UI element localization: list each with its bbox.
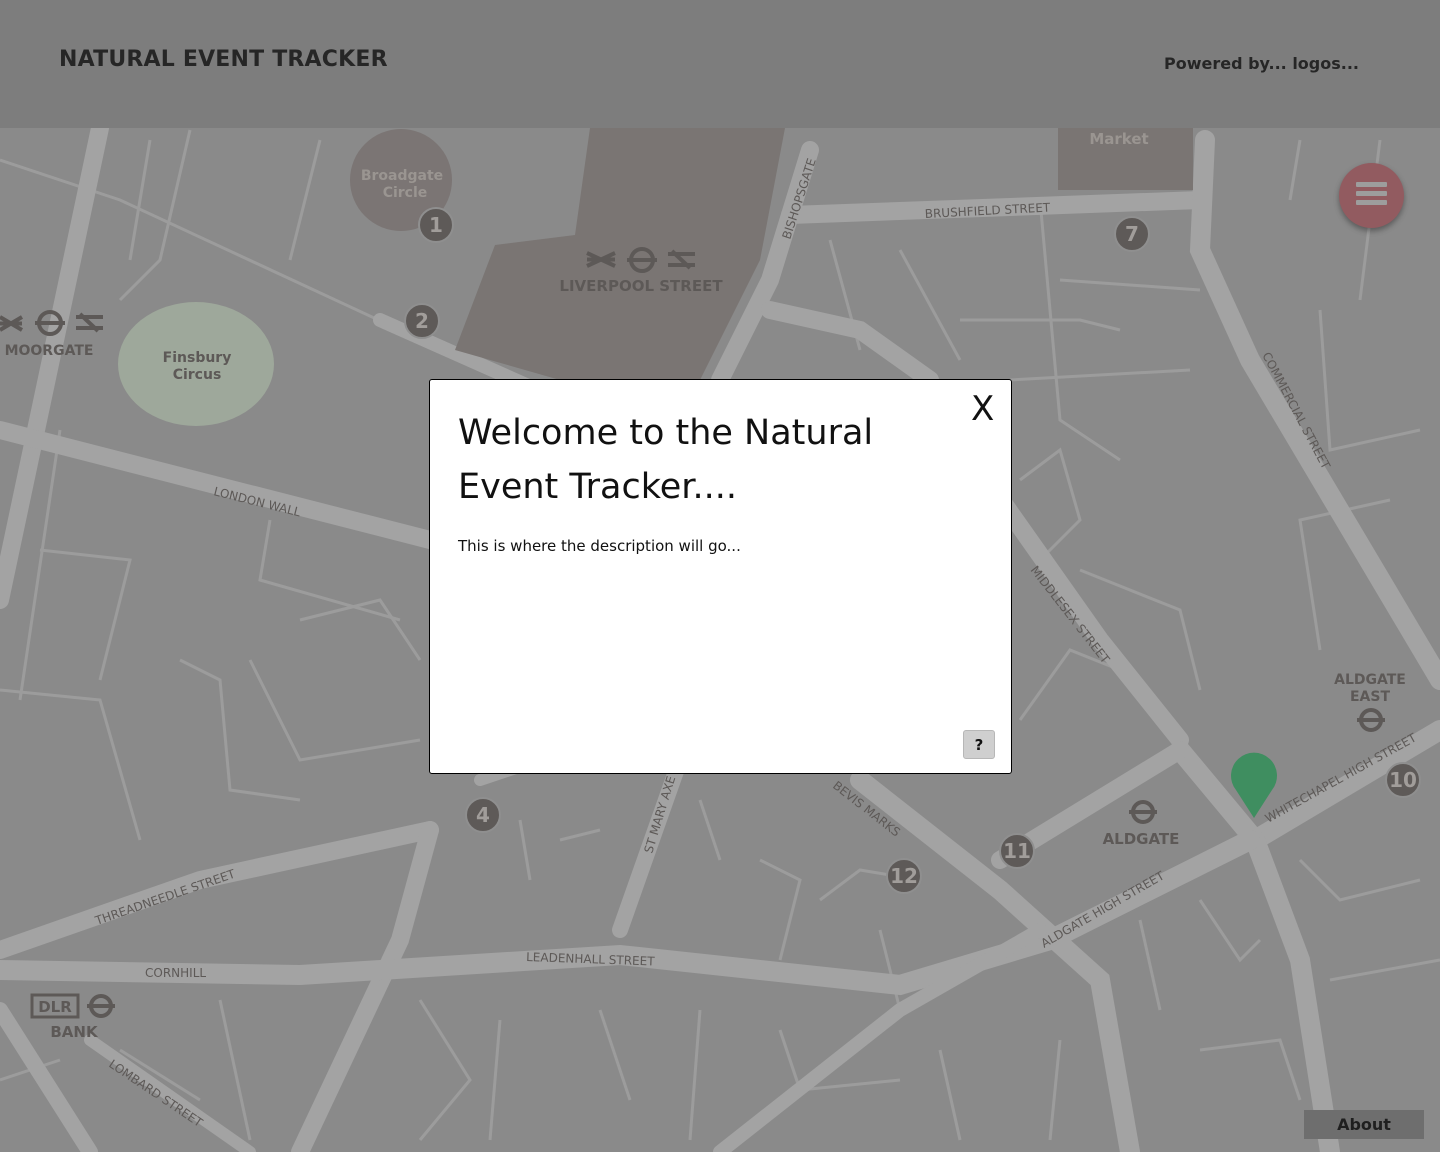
map-marker-10[interactable]: 10 — [1385, 762, 1421, 798]
svg-text:2: 2 — [415, 309, 429, 333]
svg-text:11: 11 — [1003, 839, 1031, 863]
map-label-cornhill: CORNHILL — [145, 966, 206, 980]
map-label-moorgate: MOORGATE — [5, 343, 94, 359]
map-label-liverpool-street: LIVERPOOL STREET — [559, 277, 723, 295]
map-marker-1[interactable]: 1 — [418, 207, 454, 243]
powered-by-logos: Powered by... logos... — [1163, 54, 1359, 73]
svg-text:7: 7 — [1125, 222, 1139, 246]
map-label-circus: Circus — [173, 367, 222, 383]
svg-text:12: 12 — [890, 864, 918, 888]
map-marker-2[interactable]: 2 — [404, 303, 440, 339]
dlr-badge: DLR — [30, 993, 80, 1019]
help-button[interactable]: ? — [963, 730, 995, 759]
map-label-aldgate-east-line1: ALDGATE — [1334, 672, 1406, 688]
map-label-bank: BANK — [50, 1023, 99, 1041]
map-marker-11[interactable]: 11 — [999, 833, 1035, 869]
app-header: NATURAL EVENT TRACKER Powered by... logo… — [0, 0, 1440, 128]
app-title: NATURAL EVENT TRACKER — [59, 47, 388, 72]
map-label-circle: Circle — [383, 185, 428, 201]
svg-text:1: 1 — [429, 213, 443, 237]
modal-title: Welcome to the Natural Event Tracker.... — [458, 413, 874, 507]
modal-description: This is where the description will go... — [458, 537, 741, 555]
hamburger-menu-icon-bar — [1356, 191, 1387, 196]
map-label-market: Market — [1089, 130, 1148, 148]
map-label-aldgate-east-line2: EAST — [1350, 689, 1390, 705]
svg-text:10: 10 — [1389, 768, 1417, 792]
hamburger-menu-icon-bar — [1356, 182, 1387, 187]
map-label-broadgate: Broadgate — [361, 168, 443, 184]
map-marker-12[interactable]: 12 — [886, 858, 922, 894]
hamburger-menu-button[interactable] — [1339, 163, 1404, 228]
map-label-aldgate: ALDGATE — [1103, 830, 1180, 848]
map-marker-4[interactable]: 4 — [465, 797, 501, 833]
about-button[interactable]: About — [1304, 1110, 1424, 1139]
svg-text:4: 4 — [476, 803, 490, 827]
welcome-modal: Welcome to the Natural Event Tracker....… — [429, 379, 1012, 774]
modal-close-button[interactable]: X — [971, 390, 994, 428]
map-label-finsbury: Finsbury — [163, 350, 232, 366]
hamburger-menu-icon-bar — [1356, 200, 1387, 205]
dlr-badge-text: DLR — [38, 998, 72, 1016]
map-marker-7[interactable]: 7 — [1114, 216, 1150, 252]
